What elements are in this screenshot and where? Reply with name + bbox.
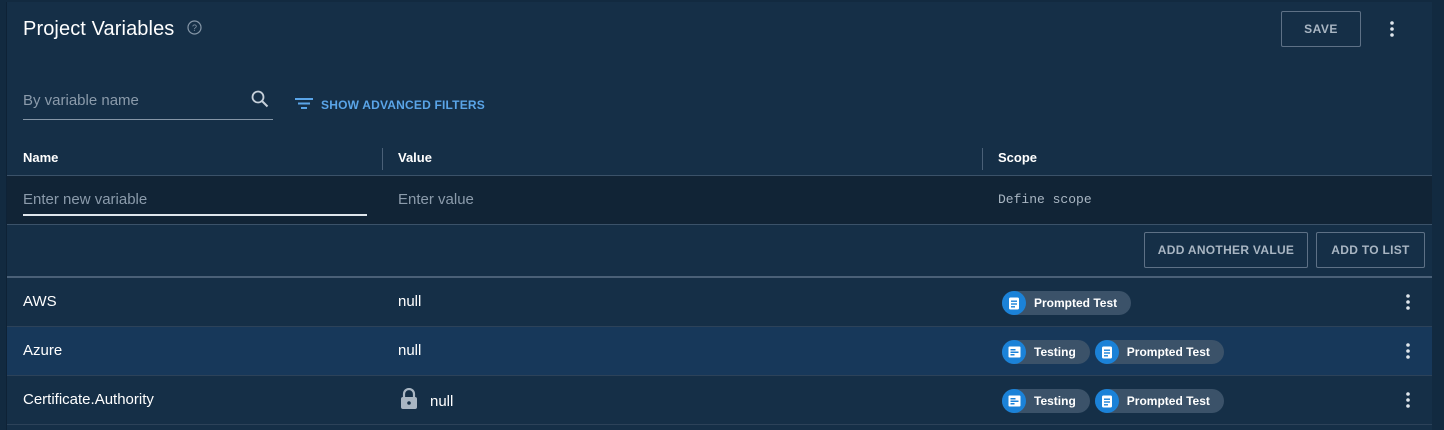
show-advanced-filters-button[interactable]: SHOW ADVANCED FILTERS [294, 96, 485, 113]
more-vertical-icon[interactable] [1398, 390, 1418, 410]
column-header-value: Value [398, 150, 432, 165]
variable-value: null [398, 342, 421, 359]
scope-chip-label: Prompted Test [1126, 394, 1210, 408]
variable-value-text: null [398, 342, 422, 359]
page-header: Project Variables ? SAVE [7, 2, 1432, 62]
variable-value-text: null [398, 293, 422, 310]
new-variable-actions: ADD ANOTHER VALUE ADD TO LIST [7, 225, 1432, 277]
column-header-scope: Scope [998, 150, 1038, 165]
add-to-list-button[interactable]: ADD TO LIST [1316, 232, 1425, 268]
scope-chip-process[interactable]: Prompted Test [1094, 389, 1224, 413]
variable-name: Azure [23, 342, 63, 359]
process-icon [1094, 389, 1119, 413]
project-variables-panel: Project Variables ? SAVE By variable nam… [6, 2, 1432, 430]
column-divider [382, 148, 383, 170]
scope-chips: Testing Prompted Test [1002, 389, 1224, 413]
more-vertical-icon[interactable] [1398, 292, 1418, 312]
scope-chip-label: Testing [1034, 394, 1076, 408]
scope-chips: Testing Prompted Test [1002, 340, 1224, 364]
more-vertical-icon[interactable] [1382, 19, 1402, 39]
scope-chip-environment[interactable]: Testing [1002, 340, 1090, 364]
row-divider [7, 424, 1432, 425]
environment-icon [1002, 389, 1026, 413]
variable-name: AWS [23, 293, 57, 310]
scope-chip-label: Testing [1034, 345, 1076, 359]
svg-text:?: ? [192, 23, 197, 33]
process-icon [1002, 291, 1026, 315]
new-variable-row: Define scope [7, 176, 1432, 224]
column-divider [982, 148, 983, 170]
filter-icon [294, 96, 314, 113]
column-header-name: Name [23, 150, 59, 165]
add-another-value-button[interactable]: ADD ANOTHER VALUE [1144, 232, 1308, 268]
new-variable-input[interactable] [23, 191, 353, 208]
search-field [23, 84, 273, 120]
variable-value: null [400, 387, 454, 414]
more-vertical-icon[interactable] [1398, 341, 1418, 361]
table-row[interactable]: Azure null Testing Prompted Test [7, 327, 1432, 375]
environment-icon [1002, 340, 1026, 364]
variable-name: Certificate.Authority [23, 391, 154, 408]
advanced-filters-label: SHOW ADVANCED FILTERS [321, 97, 485, 112]
scope-chips: Prompted Test [1002, 291, 1132, 315]
page-title: Project Variables [23, 18, 175, 40]
lock-icon [400, 387, 418, 414]
search-input[interactable] [23, 92, 243, 109]
scope-chip-process[interactable]: Prompted Test [1002, 291, 1132, 315]
save-button[interactable]: SAVE [1281, 11, 1361, 47]
variable-value: null [398, 293, 421, 310]
scope-chip-process[interactable]: Prompted Test [1094, 340, 1224, 364]
table-row[interactable]: Certificate.Authority null Testing Promp… [7, 376, 1432, 424]
variable-value-text: null [430, 392, 454, 410]
help-circle-icon[interactable]: ? [187, 20, 202, 35]
process-icon [1094, 340, 1119, 364]
table-row[interactable]: AWS null Prompted Test [7, 278, 1432, 326]
scope-chip-label: Prompted Test [1126, 345, 1210, 359]
scope-chip-label: Prompted Test [1034, 296, 1118, 310]
scope-chip-environment[interactable]: Testing [1002, 389, 1090, 413]
define-scope-field[interactable]: Define scope [998, 192, 1092, 207]
search-icon[interactable] [251, 90, 269, 113]
new-value-input[interactable] [398, 191, 798, 208]
new-variable-field [23, 186, 367, 216]
